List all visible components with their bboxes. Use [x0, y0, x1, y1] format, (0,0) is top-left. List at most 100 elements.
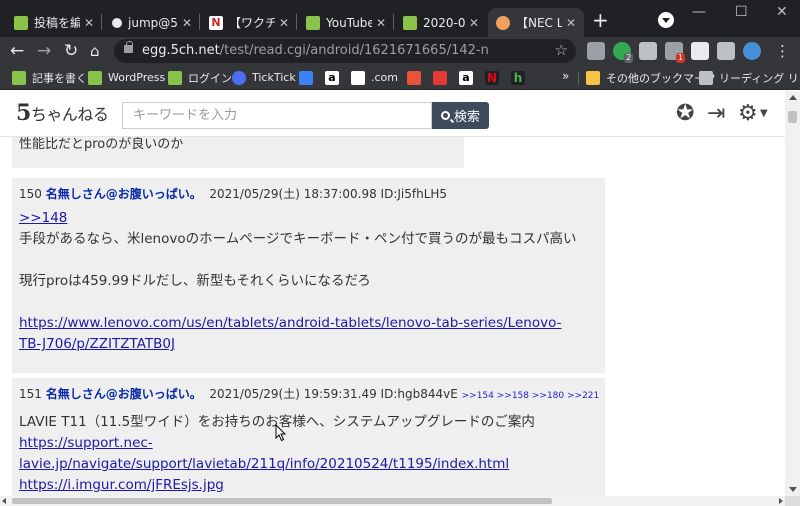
scroll-up-arrow-icon[interactable]	[789, 95, 797, 100]
tab-label: 【ワクチン速	[229, 16, 275, 30]
tab-search-icon[interactable]	[658, 12, 674, 28]
close-icon[interactable]: ✕	[469, 16, 479, 30]
blue-app-icon	[299, 70, 313, 85]
bookmark-item[interactable]: N	[485, 69, 505, 86]
bookmark-item[interactable]	[407, 69, 427, 86]
other-bookmarks-folder[interactable]: その他のブックマーク	[586, 69, 716, 86]
tab-nec-lavie-active[interactable]: 【NEC LAV ✕	[488, 8, 584, 37]
bookmark-label: .com	[371, 71, 398, 84]
scroll-down-arrow-icon[interactable]	[789, 487, 797, 492]
pocket-icon	[407, 70, 421, 85]
chevron-down-icon[interactable]: ▼	[760, 102, 768, 126]
scroll-right-arrow-icon[interactable]	[779, 498, 783, 504]
poster-id[interactable]: ID:hgb844vE	[381, 387, 458, 401]
bookmark-label: ログイン	[188, 71, 232, 85]
bookmark-item[interactable]	[299, 69, 319, 86]
close-icon[interactable]: ✕	[182, 16, 192, 30]
post-meta: 151 名無しさん@お腹いっぱい。 2021/05/29(土) 19:59:31…	[19, 385, 599, 402]
tab-vaccine-news[interactable]: N 【ワクチン速 ✕	[201, 8, 297, 37]
tab-2020-05[interactable]: 2020-05- ✕	[395, 8, 487, 37]
post-150: 150 名無しさん@お腹いっぱい。 2021/05/29(土) 18:37:00…	[12, 178, 605, 373]
tab-edit-post[interactable]: 投稿を編集 ✕	[6, 8, 102, 37]
post-body: >>148 手段があるなら、米lenovoのホームページでキーボード・ペン付で買…	[19, 208, 576, 355]
scroll-left-arrow-icon[interactable]	[2, 498, 6, 504]
menu-kebab-icon[interactable]: ⋮	[775, 40, 790, 62]
bookmark-item[interactable]: 記事を書く	[12, 69, 87, 86]
bookmark-leaf-icon	[12, 70, 26, 85]
bookmark-item[interactable]: a	[459, 69, 479, 86]
post-number: 151	[19, 387, 42, 401]
red-app-icon	[433, 70, 447, 85]
folder-icon	[586, 70, 600, 85]
extension-reader-icon[interactable]	[587, 42, 605, 60]
poster-id[interactable]: ID:Ji5fhLH5	[381, 187, 448, 201]
tab-label: jump@5ch	[128, 15, 178, 30]
lock-icon[interactable]	[124, 41, 133, 53]
reload-icon[interactable]: ↻	[64, 40, 78, 62]
close-icon[interactable]: ✕	[84, 16, 94, 30]
new-tab-button[interactable]: +	[592, 10, 609, 30]
login-arrow-icon[interactable]: ⇥	[707, 102, 725, 126]
bookmark-label: リーディング リスト	[719, 71, 800, 85]
badge-icon[interactable]: ✪	[676, 102, 694, 126]
bookmark-item[interactable]: TickTick	[232, 69, 296, 86]
tab-strip: 投稿を編集 ✕ jump@5ch ✕ N 【ワクチン速 ✕ YouTube ✕ …	[0, 0, 800, 37]
post-151: 151 名無しさん@お腹いっぱい。 2021/05/29(土) 19:59:31…	[12, 378, 605, 496]
extension-badge: 1	[676, 53, 686, 63]
bookmark-star-icon[interactable]: ☆	[555, 41, 568, 59]
bookmarks-bar: 記事を書く WordPress ログイン TickTick a .com a N…	[0, 65, 800, 90]
post-number: 150	[19, 187, 42, 201]
nec-support-link-part2[interactable]: lavie.jp/navigate/support/lavietab/211q/…	[19, 456, 509, 472]
tab-jump[interactable]: jump@5ch ✕	[104, 8, 200, 37]
tab-label: YouTube	[326, 15, 372, 30]
extension-window-icon[interactable]	[639, 42, 657, 60]
tab-separator	[296, 14, 297, 30]
poster-name[interactable]: 名無しさん@お腹いっぱい。	[46, 387, 202, 401]
netflix-n-icon: N	[485, 70, 499, 85]
vertical-scrollbar[interactable]	[785, 91, 800, 496]
reply-links[interactable]: >>154 >>158 >>180 >>221	[462, 391, 600, 401]
url-host: egg.5ch.net	[142, 43, 220, 58]
close-icon[interactable]: ✕	[566, 16, 576, 30]
horizontal-scrollbar[interactable]	[0, 496, 785, 506]
scrollbar-thumb[interactable]	[788, 111, 797, 123]
back-arrow-icon[interactable]: ←	[10, 40, 24, 62]
extensions-puzzle-icon[interactable]	[691, 42, 709, 60]
close-window-icon[interactable]: ✕	[776, 4, 788, 20]
close-icon[interactable]: ✕	[376, 16, 386, 30]
search-input[interactable]	[122, 102, 432, 129]
extension-badge: 2	[624, 53, 634, 63]
h-app-icon: h	[511, 70, 525, 85]
reply-anchor-link[interactable]: >>148	[19, 210, 67, 226]
bookmark-item[interactable]: WordPress	[88, 69, 165, 86]
nec-support-link-part1[interactable]: https://support.nec-	[19, 435, 153, 451]
bookmark-item[interactable]: .com	[351, 69, 398, 86]
post-meta: 150 名無しさん@お腹いっぱい。 2021/05/29(土) 18:37:00…	[19, 185, 447, 202]
bookmark-item[interactable]	[433, 69, 453, 86]
minimize-icon[interactable]: —	[692, 4, 706, 20]
lenovo-link-part1[interactable]: https://www.lenovo.com/us/en/tablets/and…	[19, 315, 561, 331]
lenovo-link-part2[interactable]: TB-J706/p/ZZITZTATB0J	[19, 336, 175, 352]
site-logo[interactable]: 5ちゃんねる	[16, 100, 109, 126]
bookmark-item[interactable]: h	[511, 69, 531, 86]
bookmark-item[interactable]: ログイン	[168, 69, 232, 86]
maximize-icon[interactable]: ☐	[735, 4, 748, 20]
forward-arrow-icon[interactable]: →	[37, 40, 51, 62]
close-icon[interactable]: ✕	[279, 16, 289, 30]
avatar[interactable]	[743, 42, 761, 60]
poster-name[interactable]: 名無しさん@お腹いっぱい。	[46, 187, 202, 201]
5ch-site-icon	[496, 15, 510, 30]
reading-list-button[interactable]: リーディング リスト	[699, 69, 800, 86]
url-text[interactable]: egg.5ch.net/test/read.cgi/android/162167…	[142, 43, 489, 58]
address-bar[interactable]: egg.5ch.net/test/read.cgi/android/162167…	[114, 39, 576, 63]
search-button[interactable]: 検索	[432, 102, 489, 129]
home-icon[interactable]: ⌂	[90, 40, 100, 62]
settings-gear-icon[interactable]: ⚙	[738, 102, 758, 126]
bookmarks-overflow-chevron[interactable]: »	[562, 69, 569, 83]
imgur-link[interactable]: https://i.imgur.com/jFREsjs.jpg	[19, 477, 224, 493]
tab-youtube[interactable]: YouTube ✕	[298, 8, 394, 37]
reading-list-icon[interactable]	[717, 42, 735, 60]
scrollbar-thumb[interactable]	[12, 498, 552, 504]
bookmark-item[interactable]: a	[325, 69, 345, 86]
